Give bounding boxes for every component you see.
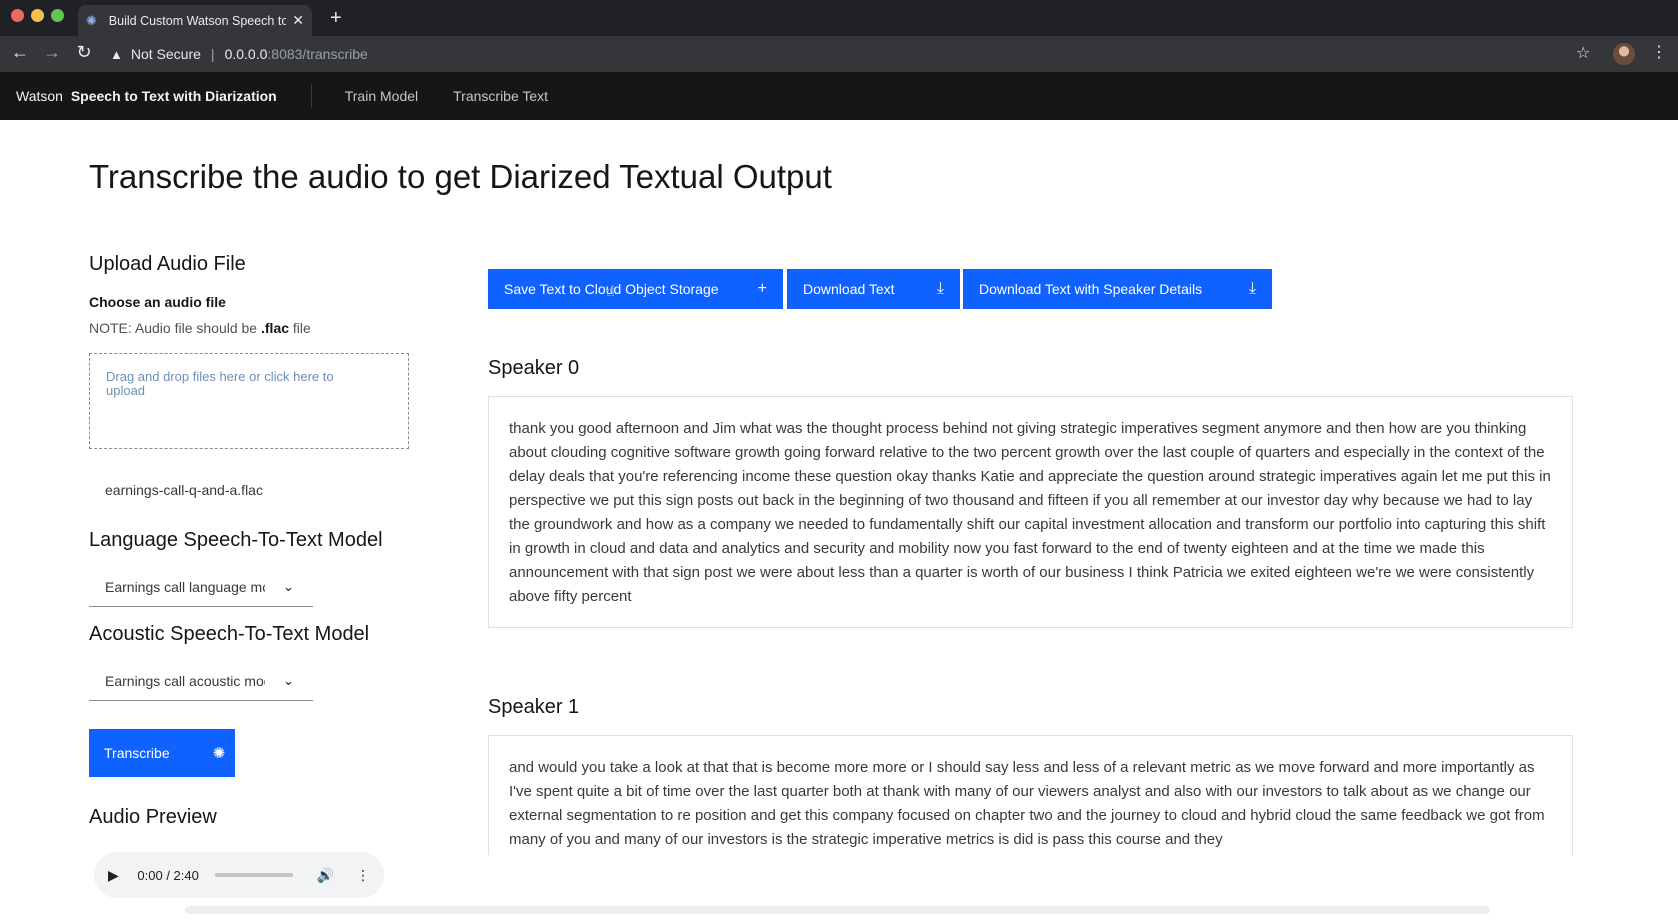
browser-toolbar: ← → ↻ ▲ Not Secure | 0.0.0.0 :8083/trans… xyxy=(0,36,1678,72)
close-tab-icon[interactable]: ✕ xyxy=(292,12,304,29)
bookmark-star-icon[interactable]: ☆ xyxy=(1576,43,1590,63)
audio-preview-heading: Audio Preview xyxy=(89,806,217,828)
app-brand[interactable]: Watson Speech to Text with Diarization xyxy=(16,88,277,104)
play-icon[interactable]: ▶ xyxy=(108,867,127,884)
minimize-window-button[interactable] xyxy=(31,9,44,22)
url-path: :8083/transcribe xyxy=(267,46,368,62)
hand-cursor-icon: ☝ xyxy=(606,283,616,300)
browser-titlebar: ✺ Build Custom Watson Speech to Text ✕ + xyxy=(0,0,1678,36)
acoustic-model-select[interactable]: Earnings call acoustic model ⌄ xyxy=(89,661,313,701)
speaker-0-transcript: thank you good afternoon and Jim what wa… xyxy=(488,396,1573,628)
audio-player: ▶ 0:00 / 2:40 🔊 ⋮ xyxy=(94,852,384,898)
security-label: Not Secure xyxy=(130,46,201,62)
chevron-down-icon: ⌄ xyxy=(283,578,294,594)
maximize-window-button[interactable] xyxy=(51,9,64,22)
app-header: Watson Speech to Text with Diarization T… xyxy=(0,72,1678,120)
note-suffix: file xyxy=(289,320,311,336)
audio-seek-slider[interactable] xyxy=(214,873,293,877)
language-model-value: Earnings call language model xyxy=(105,578,265,595)
upload-heading: Upload Audio File xyxy=(89,253,246,275)
acoustic-model-heading: Acoustic Speech-To-Text Model xyxy=(89,623,370,645)
speaker-1-transcript: and would you take a look at that that i… xyxy=(488,735,1573,855)
warning-icon: ▲ xyxy=(110,46,123,62)
tab-title: Build Custom Watson Speech to Text xyxy=(108,13,287,28)
transcribe-button[interactable]: Transcribe ✺ xyxy=(89,729,235,777)
brand-name: Speech to Text with Diarization xyxy=(70,88,277,104)
horizontal-scrollbar[interactable] xyxy=(185,906,1490,914)
nav-transcribe-text[interactable]: Transcribe Text xyxy=(453,88,548,104)
download-icon: ⤓ xyxy=(936,280,944,297)
nav-train-model[interactable]: Train Model xyxy=(345,88,418,104)
back-icon[interactable]: ← xyxy=(8,42,32,63)
url-host: 0.0.0.0 xyxy=(224,46,268,62)
brand-prefix: Watson xyxy=(16,88,63,104)
plus-icon: + xyxy=(757,280,767,297)
language-model-heading: Language Speech-To-Text Model xyxy=(89,529,383,551)
browser-tab[interactable]: ✺ Build Custom Watson Speech to Text ✕ xyxy=(78,5,312,36)
file-note: NOTE: Audio file should be .flac file xyxy=(89,320,311,336)
language-model-select[interactable]: Earnings call language model ⌄ xyxy=(89,567,313,607)
download-speaker-details-button[interactable]: Download Text with Speaker Details ⤓ xyxy=(963,269,1272,309)
speaker-1-heading: Speaker 1 xyxy=(488,696,580,718)
address-bar[interactable]: ▲ Not Secure | 0.0.0.0 :8083/transcribe xyxy=(110,40,1560,68)
url-divider: | xyxy=(210,46,215,62)
save-to-cos-button[interactable]: Save Text to Cloud Object Storage + xyxy=(488,269,783,309)
header-divider xyxy=(310,84,312,108)
file-input-label: Choose an audio file xyxy=(89,294,226,310)
close-window-button[interactable] xyxy=(11,9,24,22)
profile-avatar[interactable] xyxy=(1613,43,1635,65)
uploaded-file-name: earnings-call-q-and-a.flac xyxy=(105,482,263,498)
browser-menu-icon[interactable]: ⋮ xyxy=(1651,42,1667,62)
acoustic-model-value: Earnings call acoustic model xyxy=(105,672,265,689)
new-tab-icon[interactable]: + xyxy=(330,7,342,30)
download-icon: ⤓ xyxy=(1248,280,1256,297)
favicon-icon: ✺ xyxy=(86,12,97,28)
volume-icon[interactable]: 🔊 xyxy=(317,867,334,884)
note-extension: .flac xyxy=(261,320,290,336)
page-title: Transcribe the audio to get Diarized Tex… xyxy=(89,158,832,195)
speaker-0-heading: Speaker 0 xyxy=(488,357,580,379)
watson-icon: ✺ xyxy=(212,745,226,762)
chevron-down-icon: ⌄ xyxy=(283,672,294,688)
reload-icon[interactable]: ↻ xyxy=(72,42,96,63)
transcribe-label: Transcribe xyxy=(104,745,170,761)
forward-icon[interactable]: → xyxy=(40,42,64,63)
download-text-button[interactable]: Download Text ⤓ xyxy=(787,269,960,309)
more-options-icon[interactable]: ⋮ xyxy=(356,867,370,884)
download-text-label: Download Text xyxy=(803,281,895,297)
file-dropzone[interactable]: Drag and drop files here or click here t… xyxy=(89,353,409,449)
download-speaker-details-label: Download Text with Speaker Details xyxy=(979,281,1203,297)
note-prefix: NOTE: Audio file should be xyxy=(89,320,261,336)
audio-time: 0:00 / 2:40 xyxy=(137,867,199,883)
dropzone-text: Drag and drop files here or click here t… xyxy=(106,369,334,398)
